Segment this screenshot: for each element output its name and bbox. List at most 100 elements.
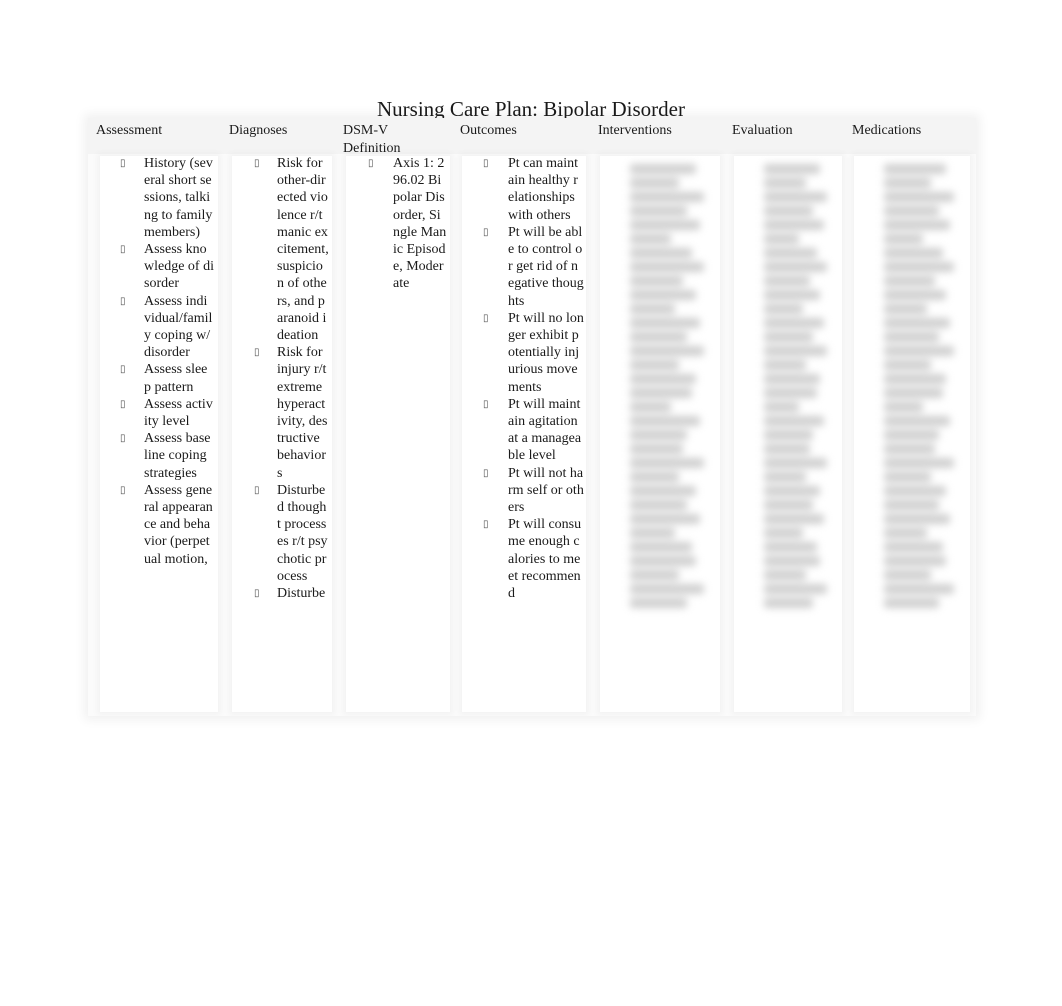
list-item-text: Assess general appearance and behavior (… — [144, 482, 213, 567]
blurred-text-line — [764, 416, 824, 426]
list-item: ▯ Pt will not harm self or others — [462, 465, 586, 517]
blurred-text-line — [884, 304, 927, 314]
blurred-text-line — [884, 472, 931, 482]
list-item: ▯ Assess baseline coping strategies — [100, 430, 218, 482]
blurred-text-line — [884, 346, 955, 356]
blurred-text-line — [630, 402, 671, 412]
blurred-text-line — [884, 458, 955, 468]
bullet-icon: ▯ — [483, 312, 489, 324]
list-item: ▯ Pt will consume enough calories to meet… — [462, 516, 586, 602]
blurred-text-line — [884, 584, 955, 594]
list-item: ▯ Assess knowledge of disorder — [100, 241, 218, 293]
blurred-text-line — [764, 234, 799, 244]
list-item-text: History (several short sessions, talking… — [144, 156, 213, 240]
blurred-text-line — [764, 486, 820, 496]
diagnoses-list: ▯ Risk for other-directed violence r/t ma… — [232, 155, 332, 602]
list-item-text: Risk for injury r/t extreme hyperactivit… — [277, 345, 328, 481]
blurred-text-line — [630, 220, 700, 230]
blurred-text-line — [630, 178, 680, 188]
blurred-text-line — [630, 206, 688, 216]
blurred-text-line — [630, 458, 704, 468]
blurred-text-line — [764, 584, 827, 594]
blurred-text-line — [764, 472, 806, 482]
column-dsm-v-definition: ▯ Axis 1: 296.02 Bipolar Disorder, Single… — [346, 156, 450, 712]
blurred-text-line — [764, 430, 813, 440]
column-header-dsm-v-definition: DSM-V Definition — [343, 123, 401, 156]
list-item-text: Disturbed thought processes r/t psychoti… — [277, 482, 328, 584]
blurred-text-line — [764, 556, 820, 566]
blurred-text-line — [764, 164, 820, 174]
blurred-text-line — [884, 206, 939, 216]
list-item: ▯ History (several short sessions, talkin… — [100, 155, 218, 241]
blurred-text-line — [764, 262, 827, 272]
column-assessment: ▯ History (several short sessions, talkin… — [100, 156, 218, 712]
blurred-text-line — [884, 234, 923, 244]
blurred-text-line — [764, 220, 824, 230]
blurred-text-line — [630, 262, 704, 272]
list-item: ▯ Pt will be able to control or get rid o… — [462, 224, 586, 310]
blurred-text-line — [630, 374, 696, 384]
blurred-text-line — [764, 360, 806, 370]
blurred-text-line — [764, 388, 817, 398]
blurred-text-line — [884, 514, 951, 524]
blurred-text-line — [884, 262, 955, 272]
blurred-text-line — [630, 304, 676, 314]
blurred-text-line — [884, 276, 935, 286]
blurred-text-line — [884, 220, 951, 230]
interventions-content-blurred — [600, 156, 720, 608]
column-header-assessment: Assessment — [96, 123, 163, 138]
bullet-icon: ▯ — [120, 364, 126, 376]
list-item: ▯ Assess sleep pattern — [100, 361, 218, 395]
bullet-icon: ▯ — [120, 158, 126, 169]
blurred-text-line — [764, 346, 827, 356]
blurred-text-line — [764, 514, 824, 524]
blurred-text-line — [884, 444, 935, 454]
list-item-text: Assess sleep pattern — [144, 362, 208, 395]
blurred-text-line — [630, 290, 696, 300]
blurred-text-line — [630, 430, 688, 440]
list-item: ▯ Disturbe — [232, 585, 332, 602]
blurred-text-line — [764, 374, 820, 384]
blurred-text-line — [764, 458, 827, 468]
list-item: ▯ Pt will no longer exhibit potentially i… — [462, 310, 586, 396]
list-item-text: Pt can maintain healthy relationships wi… — [508, 156, 578, 223]
evaluation-content-blurred — [734, 156, 842, 608]
dsm-v-list: ▯ Axis 1: 296.02 Bipolar Disorder, Single… — [346, 155, 450, 293]
list-item-text: Pt will maintain agitation at a manageab… — [508, 396, 582, 464]
bullet-icon: ▯ — [254, 484, 260, 496]
list-item: ▯ Pt will maintain agitation at a managea… — [462, 396, 586, 465]
blurred-text-line — [630, 332, 688, 342]
blurred-text-line — [630, 542, 692, 552]
bullet-icon: ▯ — [120, 433, 126, 445]
blurred-text-line — [764, 304, 803, 314]
blurred-text-line — [884, 430, 939, 440]
blurred-text-line — [884, 528, 927, 538]
bullet-icon: ▯ — [254, 347, 260, 359]
column-interventions — [600, 156, 720, 712]
bullet-icon: ▯ — [483, 226, 489, 238]
list-item: ▯ Risk for injury r/t extreme hyperactivi… — [232, 344, 332, 482]
medications-content-blurred — [854, 156, 970, 608]
bullet-icon: ▯ — [483, 158, 489, 169]
bullet-icon: ▯ — [120, 244, 126, 256]
blurred-text-line — [630, 500, 688, 510]
blurred-text-line — [630, 472, 680, 482]
blurred-text-line — [764, 276, 810, 286]
column-medications — [854, 156, 970, 712]
blurred-text-line — [630, 276, 684, 286]
list-item: ▯ Assess individual/family coping w/ diso… — [100, 293, 218, 362]
blurred-text-line — [630, 514, 700, 524]
column-header-interventions: Interventions — [598, 123, 672, 138]
list-item: ▯ Pt can maintain healthy relationships w… — [462, 155, 586, 224]
blurred-text-line — [630, 570, 680, 580]
blurred-text-line — [764, 402, 799, 412]
blurred-text-line — [764, 444, 810, 454]
blurred-text-line — [630, 556, 696, 566]
blurred-text-line — [884, 360, 931, 370]
bullet-icon: ▯ — [120, 484, 126, 496]
list-item-text: Axis 1: 296.02 Bipolar Disorder, Single … — [393, 156, 447, 292]
table-header-row: Assessment Diagnoses DSM-V Definition Ou… — [88, 118, 976, 156]
blurred-text-line — [884, 248, 943, 258]
blurred-text-line — [764, 318, 824, 328]
blurred-text-line — [630, 486, 696, 496]
